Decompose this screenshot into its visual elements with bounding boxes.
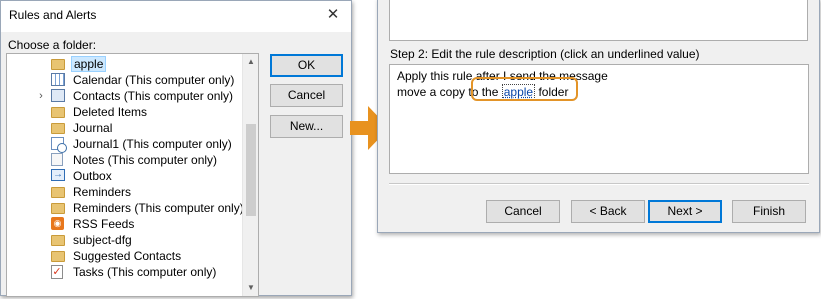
dialog-title: Rules and Alerts (9, 8, 97, 22)
folder-tree-item-label: Journal1 (This computer only) (73, 137, 232, 151)
folder-tree-item[interactable]: Deleted Items (7, 104, 242, 120)
folder-icon (51, 201, 68, 215)
journal-icon (51, 137, 68, 153)
contacts-icon (51, 89, 68, 103)
dialog-body: Choose a folder: apple Calendar (This com… (1, 32, 351, 297)
folder-tree-item-label: Tasks (This computer only) (73, 265, 217, 279)
folder-tree-item-label: subject-dfg (73, 233, 132, 247)
rules-wizard-dialog: Step 2: Edit the rule description (click… (377, 0, 820, 233)
folder-tree-item-label: Notes (This computer only) (73, 153, 218, 167)
folder-icon (51, 233, 68, 247)
finish-button[interactable]: Finish (732, 200, 806, 223)
close-icon[interactable]: ✕ (321, 3, 345, 27)
notes-icon (51, 153, 68, 167)
folder-tree-scrollbar[interactable]: ▲ ▼ (242, 54, 258, 296)
folder-list: apple Calendar (This computer only) › Conta… (7, 56, 244, 280)
folder-tree-item[interactable]: ✓ Tasks (This computer only) (7, 264, 242, 280)
folder-tree-item[interactable]: Notes (This computer only) (7, 152, 242, 168)
folder-icon (51, 185, 68, 199)
highlight-callout (471, 77, 578, 101)
folder-tree-item-label: Calendar (This computer only) (73, 73, 235, 87)
title-bar: Rules and Alerts ✕ (1, 1, 351, 31)
folder-tree-item-label: RSS Feeds (73, 217, 135, 231)
folder-tree-item-label: Reminders (This computer only) (73, 201, 244, 215)
choose-folder-label: Choose a folder: (8, 38, 97, 52)
folder-tree-item[interactable]: subject-dfg (7, 232, 242, 248)
folder-tree-item[interactable]: › Contacts (This computer only) (7, 88, 242, 104)
next-button[interactable]: Next > (648, 200, 722, 223)
folder-tree-item[interactable]: Reminders (This computer only) (7, 200, 244, 216)
folder-tree-item-label: Outbox (73, 169, 112, 183)
folder-tree[interactable]: apple Calendar (This computer only) › Conta… (6, 53, 259, 297)
back-button[interactable]: < Back (571, 200, 645, 223)
scroll-up-icon[interactable]: ▲ (243, 54, 258, 70)
folder-tree-item[interactable]: Calendar (This computer only) (7, 72, 242, 88)
folder-tree-item-label: Contacts (This computer only) (73, 89, 234, 103)
folder-icon (51, 249, 68, 263)
folder-tree-item[interactable]: Journal1 (This computer only) (7, 136, 242, 153)
folder-icon (51, 105, 68, 119)
cancel-button[interactable]: Cancel (486, 200, 560, 223)
folder-tree-item-label: Reminders (73, 185, 132, 199)
scrollbar-thumb[interactable] (246, 124, 256, 216)
rule-description-box: Apply this rule after I send the message… (389, 64, 809, 174)
folder-tree-item[interactable]: → Outbox (7, 168, 242, 184)
folder-tree-item[interactable]: Journal (7, 120, 242, 136)
rules-and-alerts-dialog: Rules and Alerts ✕ Choose a folder: appl… (0, 0, 352, 297)
cancel-button[interactable]: Cancel (270, 84, 343, 107)
folder-tree-item[interactable]: Reminders (7, 184, 242, 200)
folder-tree-item[interactable]: Suggested Contacts (7, 248, 242, 264)
folder-tree-item-label: Journal (73, 121, 113, 135)
expand-chevron-icon[interactable]: › (36, 88, 46, 104)
folder-tree-item-label: Suggested Contacts (73, 249, 182, 263)
new-folder-button[interactable]: New... (270, 115, 343, 138)
folder-tree-item-label: apple (71, 56, 107, 72)
folder-tree-item[interactable]: apple (7, 56, 242, 72)
calendar-icon (51, 73, 68, 87)
step-2-label: Step 2: Edit the rule description (click… (390, 47, 700, 61)
folder-tree-item-label: Deleted Items (73, 105, 148, 119)
folder-icon (51, 57, 68, 71)
rule-conditions-list[interactable] (389, 0, 808, 41)
folder-tree-item[interactable]: ◉ RSS Feeds (7, 216, 242, 232)
ok-button[interactable]: OK (270, 54, 343, 77)
tasks-icon: ✓ (51, 265, 63, 279)
scroll-down-icon[interactable]: ▼ (243, 280, 258, 296)
rss-icon: ◉ (51, 217, 68, 231)
outbox-icon: → (51, 169, 65, 181)
folder-icon (51, 121, 68, 135)
separator (389, 183, 809, 185)
